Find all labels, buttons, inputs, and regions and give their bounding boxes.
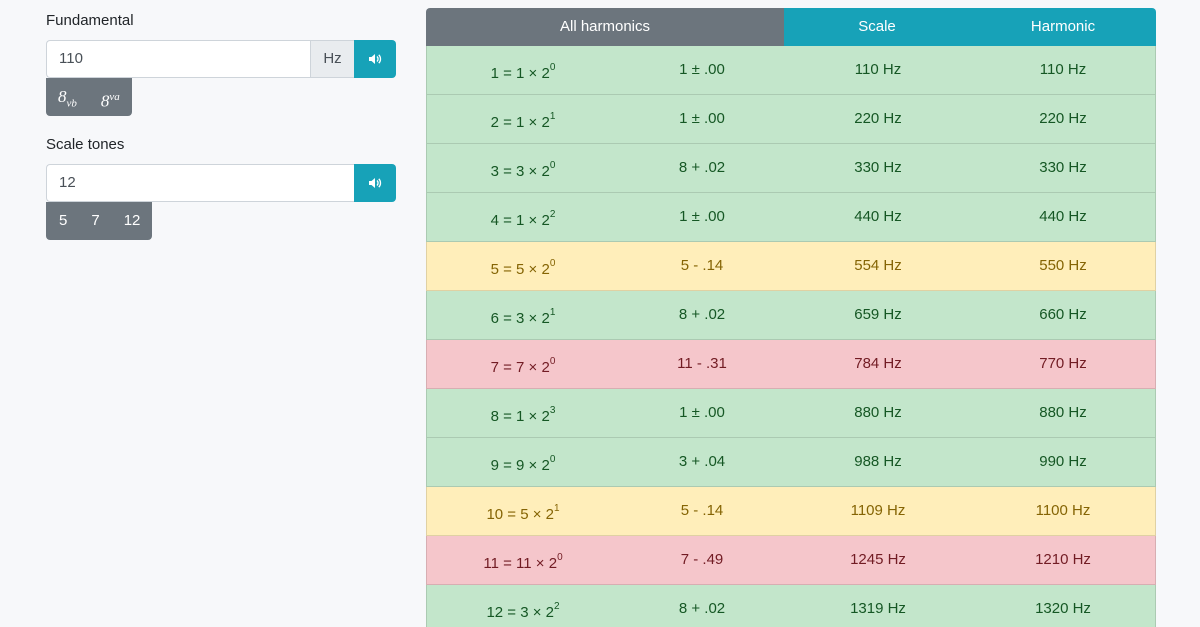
scale-frequency: 988 Hz	[854, 453, 902, 470]
harmonics-table: All harmonics Scale Harmonic 1 = 1 × 20 1…	[426, 8, 1156, 627]
tab-scale[interactable]: Scale	[784, 8, 970, 46]
table-row: 12 = 3 × 22 8 + .02 1319 Hz 1320 Hz	[426, 585, 1156, 627]
scale-degree-deviation: 1 ± .00	[679, 110, 725, 127]
tab-harmonic[interactable]: Harmonic	[970, 8, 1156, 46]
fundamental-input[interactable]: 110	[46, 40, 310, 78]
scale-frequency: 110 Hz	[854, 61, 902, 78]
scale-tones-input-group: 12	[46, 164, 396, 202]
tone-presets-group: 5 7 12	[46, 202, 153, 240]
harmonic-equation: 11 = 11 × 20	[483, 552, 563, 572]
tab-all-harmonics[interactable]: All harmonics	[426, 8, 784, 46]
harmonic-equation: 9 = 9 × 20	[490, 454, 556, 474]
harmonic-equation: 1 = 1 × 20	[490, 62, 556, 82]
scale-degree-deviation: 1 ± .00	[679, 208, 725, 225]
scale-degree-deviation: 1 ± .00	[679, 61, 725, 78]
speaker-icon	[369, 178, 382, 188]
harmonic-frequency: 1210 Hz	[1035, 551, 1091, 568]
table-row: 11 = 11 × 20 7 - .49 1245 Hz 1210 Hz	[426, 536, 1156, 585]
octave-up-button[interactable]: 8va	[89, 78, 132, 116]
scale-frequency: 220 Hz	[854, 110, 902, 127]
harmonic-frequency: 110 Hz	[1039, 61, 1087, 78]
fundamental-input-group: 110 Hz	[46, 40, 396, 78]
play-scale-button[interactable]	[354, 164, 396, 202]
scale-frequency: 554 Hz	[854, 257, 902, 274]
scale-degree-deviation: 8 + .02	[678, 159, 726, 176]
scale-frequency: 1109 Hz	[850, 502, 906, 519]
harmonic-frequency: 660 Hz	[1039, 306, 1087, 323]
scale-frequency: 659 Hz	[854, 306, 902, 323]
table-row: 9 = 9 × 20 3 + .04 988 Hz 990 Hz	[426, 438, 1156, 487]
unit-addon: Hz	[310, 40, 354, 78]
table-row: 5 = 5 × 20 5 - .14 554 Hz 550 Hz	[426, 242, 1156, 291]
harmonic-frequency: 1100 Hz	[1035, 502, 1091, 519]
table-row: 2 = 1 × 21 1 ± .00 220 Hz 220 Hz	[426, 95, 1156, 144]
exponent: 0	[549, 62, 556, 73]
scale-frequency: 784 Hz	[854, 355, 902, 372]
exponent: 2	[549, 209, 556, 220]
scale-frequency: 1319 Hz	[850, 600, 906, 617]
table-row: 6 = 3 × 21 8 + .02 659 Hz 660 Hz	[426, 291, 1156, 340]
scale-tones-input[interactable]: 12	[46, 164, 354, 202]
scale-degree-deviation: 5 - .14	[680, 502, 724, 519]
scale-frequency: 1245 Hz	[850, 551, 906, 568]
harmonic-equation: 8 = 1 × 23	[490, 405, 556, 425]
harmonic-equation: 6 = 3 × 21	[490, 307, 556, 327]
harmonic-frequency: 1320 Hz	[1035, 600, 1091, 617]
harmonic-equation: 10 = 5 × 21	[486, 503, 560, 523]
scale-frequency: 330 Hz	[854, 159, 902, 176]
exponent: 1	[549, 111, 556, 122]
harmonic-equation: 12 = 3 × 22	[486, 601, 560, 621]
harmonic-frequency: 550 Hz	[1039, 257, 1087, 274]
table-row: 8 = 1 × 23 1 ± .00 880 Hz 880 Hz	[426, 389, 1156, 438]
preset-5-button[interactable]: 5	[46, 202, 79, 240]
scale-frequency: 880 Hz	[854, 404, 902, 421]
harmonic-frequency: 990 Hz	[1039, 453, 1087, 470]
scale-degree-deviation: 7 - .49	[680, 551, 724, 568]
table-row: 10 = 5 × 21 5 - .14 1109 Hz 1100 Hz	[426, 487, 1156, 536]
scale-frequency: 440 Hz	[854, 208, 902, 225]
exponent: 1	[554, 503, 560, 514]
table-row: 4 = 1 × 22 1 ± .00 440 Hz 440 Hz	[426, 193, 1156, 242]
harmonic-frequency: 330 Hz	[1039, 159, 1087, 176]
table-body: 1 = 1 × 20 1 ± .00 110 Hz 110 Hz 2 = 1 × 21 1…	[426, 46, 1156, 627]
scale-degree-deviation: 8 + .02	[678, 600, 726, 617]
preset-7-button[interactable]: 7	[79, 202, 111, 240]
scale-degree-deviation: 5 - .14	[680, 257, 724, 274]
harmonic-frequency: 770 Hz	[1039, 355, 1087, 372]
octave-down-button[interactable]: 8vb	[46, 78, 89, 116]
harmonic-equation: 3 = 3 × 20	[490, 160, 556, 180]
harmonic-frequency: 880 Hz	[1039, 404, 1087, 421]
exponent: 0	[557, 552, 563, 563]
fundamental-label: Fundamental	[46, 12, 134, 29]
scale-tones-label: Scale tones	[46, 136, 125, 153]
exponent: 0	[549, 454, 556, 465]
harmonic-frequency: 220 Hz	[1039, 110, 1087, 127]
harmonic-equation: 2 = 1 × 21	[490, 111, 556, 131]
speaker-icon	[369, 54, 382, 64]
exponent: 2	[554, 601, 560, 612]
octave-button-group: 8vb 8va	[46, 78, 132, 116]
exponent: 3	[549, 405, 556, 416]
scale-degree-deviation: 3 + .04	[678, 453, 726, 470]
table-row: 7 = 7 × 20 11 - .31 784 Hz 770 Hz	[426, 340, 1156, 389]
harmonic-frequency: 440 Hz	[1039, 208, 1087, 225]
preset-12-button[interactable]: 12	[112, 202, 153, 240]
table-row: 1 = 1 × 20 1 ± .00 110 Hz 110 Hz	[426, 46, 1156, 95]
exponent: 1	[549, 307, 556, 318]
harmonic-equation: 7 = 7 × 20	[490, 356, 556, 376]
scale-degree-deviation: 1 ± .00	[679, 404, 725, 421]
scale-degree-deviation: 11 - .31	[677, 355, 727, 372]
exponent: 0	[549, 160, 556, 171]
harmonic-equation: 4 = 1 × 22	[490, 209, 556, 229]
table-row: 3 = 3 × 20 8 + .02 330 Hz 330 Hz	[426, 144, 1156, 193]
exponent: 0	[549, 356, 556, 367]
harmonic-equation: 5 = 5 × 20	[490, 258, 556, 278]
column-tabs: All harmonics Scale Harmonic	[426, 8, 1156, 46]
exponent: 0	[549, 258, 556, 269]
scale-degree-deviation: 8 + .02	[678, 306, 726, 323]
play-fundamental-button[interactable]	[354, 40, 396, 78]
